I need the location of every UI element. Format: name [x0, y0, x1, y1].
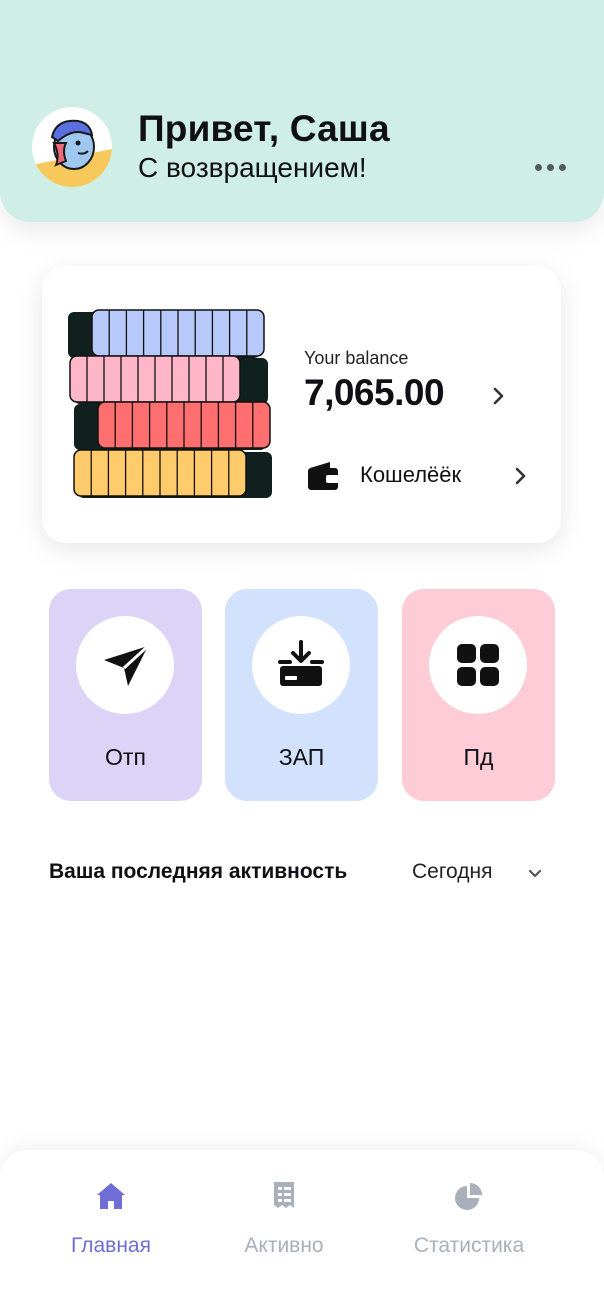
more-options-icon[interactable] — [530, 156, 570, 178]
send-icon — [76, 616, 174, 714]
date-filter-dropdown[interactable]: Сегодня — [412, 858, 552, 888]
tab-activity[interactable]: Активно — [199, 1150, 369, 1280]
home-icon — [97, 1183, 125, 1209]
date-filter-label: Сегодня — [412, 860, 493, 883]
chevron-right-icon[interactable] — [486, 384, 510, 408]
tab-activity-label: Активно — [244, 1234, 324, 1257]
header: Привет, Саша С возвращением! — [0, 0, 604, 222]
send-action-label: Отп — [105, 744, 146, 770]
deposit-action-label: ЗАП — [278, 744, 325, 770]
tab-home-label: Главная — [71, 1234, 151, 1257]
tab-statistics-label: Статистика — [413, 1234, 525, 1257]
greeting-subtitle: С возвращением! — [138, 152, 367, 183]
user-avatar[interactable] — [32, 107, 112, 187]
activity-title: Ваша последняя активность — [49, 860, 348, 883]
wallet-icon — [308, 462, 340, 490]
coin-stack-illustration — [68, 309, 272, 498]
wallet-label: Кошелёёк — [360, 462, 462, 487]
tab-statistics[interactable]: Статистика — [384, 1150, 554, 1280]
tab-home[interactable]: Главная — [26, 1150, 196, 1280]
bottom-tab-bar: Главная Активно Статистика — [0, 1150, 604, 1306]
deposit-icon — [252, 616, 350, 714]
grid-icon — [429, 616, 527, 714]
balance-label: Your balance — [304, 348, 409, 368]
wallet-row[interactable]: Кошелёёк — [304, 456, 534, 496]
apps-action-button[interactable]: Пд — [402, 589, 555, 801]
deposit-action-button[interactable]: ЗАП — [225, 589, 378, 801]
send-action-button[interactable]: Отп — [49, 589, 202, 801]
chevron-right-icon — [515, 467, 526, 485]
greeting-title: Привет, Саша — [138, 108, 390, 149]
balance-card[interactable]: Your balance 7,065.00 Кошелёёк — [42, 266, 561, 543]
pie-chart-icon — [455, 1183, 482, 1210]
chevron-down-icon — [528, 869, 542, 878]
receipt-icon — [274, 1182, 294, 1208]
apps-action-label: Пд — [463, 744, 494, 770]
balance-amount: 7,065.00 — [304, 372, 445, 413]
